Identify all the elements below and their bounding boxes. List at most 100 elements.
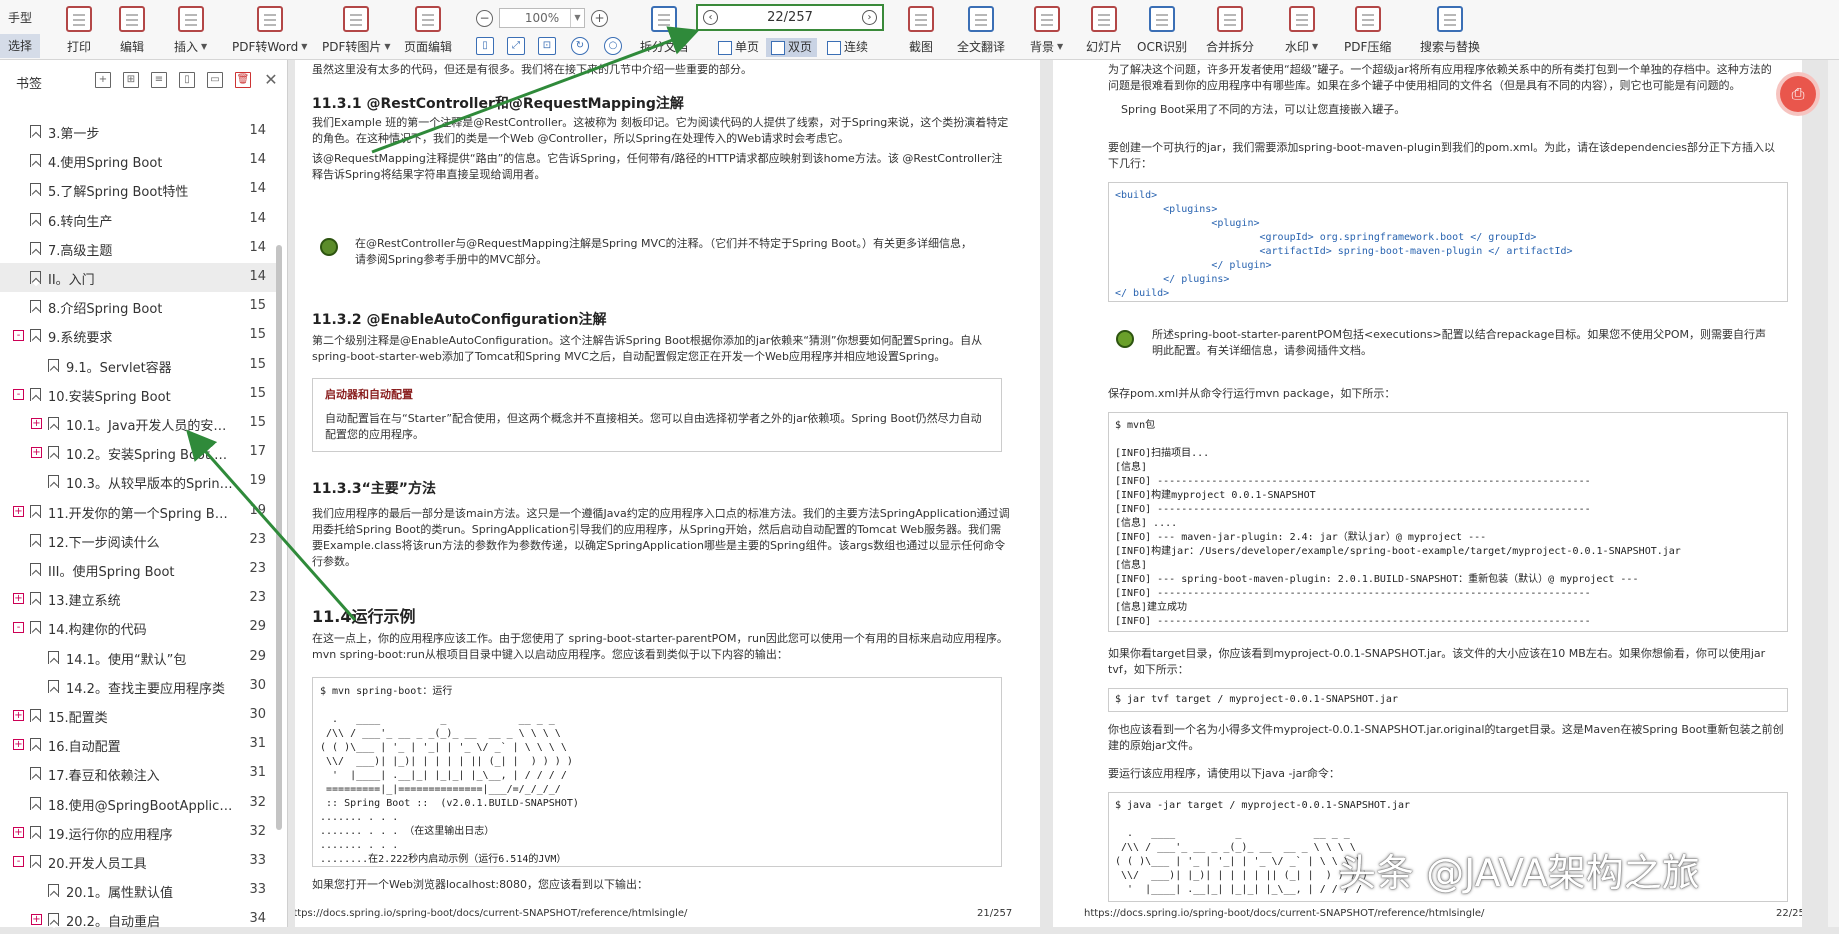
actual-size-icon[interactable]: ⊡ bbox=[538, 37, 556, 55]
merge-split-button[interactable]: 合并拆分 bbox=[1206, 6, 1254, 55]
bookmark-item[interactable]: 14.1。使用“默认”包 29 bbox=[0, 643, 276, 672]
bookmark-item[interactable]: +11.开发你的第一个Spring Boot应用程序 19 bbox=[0, 497, 276, 526]
search-small-icon[interactable]: ○ bbox=[604, 37, 622, 55]
bookmark-item[interactable]: +15.配置类 30 bbox=[0, 701, 276, 730]
bookmark-item[interactable]: 4.使用Spring Boot 14 bbox=[0, 146, 276, 175]
pdf-compress-button[interactable]: PDF压缩 bbox=[1344, 6, 1391, 55]
bookmark-item[interactable]: - 9.系统要求 15 bbox=[0, 321, 276, 350]
bookmark-item[interactable]: +10.2。安装Spring Boot CLI 17 bbox=[0, 438, 276, 467]
bookmark-item[interactable]: III。使用Spring Boot 23 bbox=[0, 555, 276, 584]
page-indicator[interactable]: 22/257 bbox=[767, 10, 813, 25]
close-icon[interactable]: ✕ bbox=[263, 72, 279, 88]
bookmark-item[interactable]: +16.自动配置 31 bbox=[0, 730, 276, 759]
hand-mode-button[interactable]: 手型 bbox=[0, 6, 40, 30]
bookmark-item[interactable]: 10.3。从较早版本的Spring Boot升级 19 bbox=[0, 467, 276, 496]
expand-icon[interactable]: + bbox=[31, 418, 42, 429]
background-label: 背景 bbox=[1030, 40, 1055, 54]
bookmark-label: 4.使用Spring Boot bbox=[48, 156, 163, 172]
collapse-icon[interactable]: - bbox=[13, 622, 24, 634]
delete-bookmark-icon[interactable]: 🗑 bbox=[235, 72, 251, 88]
paragraph: 你也应该看到一个名为小得多文件myproject-0.0.1-SNAPSHOT.… bbox=[1108, 723, 1784, 752]
page-edit-button[interactable]: 页面编辑 bbox=[404, 6, 452, 55]
add-bookmark-icon[interactable]: + bbox=[95, 72, 111, 88]
ocr-button[interactable]: OCR识别 bbox=[1137, 6, 1187, 55]
chevron-down-icon[interactable]: ▼ bbox=[201, 42, 207, 51]
view-single-button[interactable]: 单页 bbox=[713, 38, 764, 57]
collapse-icon[interactable]: - bbox=[13, 856, 24, 867]
expand-icon[interactable]: + bbox=[13, 739, 24, 751]
bookmark-page: 19 bbox=[249, 502, 266, 518]
background-button[interactable]: 背景 ▼ bbox=[1030, 6, 1063, 55]
expand-icon[interactable]: + bbox=[13, 593, 24, 605]
bookmark-item[interactable]: 20.1。属性默认值 33 bbox=[0, 876, 276, 905]
pdf-to-image-button[interactable]: PDF转图片 ▼ bbox=[322, 6, 391, 55]
page-navigator: ‹ 22/257 › bbox=[696, 4, 884, 31]
bookmark-item[interactable]: 18.使用@SpringBootApplication注释 32 bbox=[0, 789, 276, 818]
view-continuous-button[interactable]: 连续 bbox=[822, 38, 873, 57]
expand-icon[interactable]: + bbox=[31, 914, 42, 926]
bookmark-item[interactable]: 17.春豆和依赖注入 31 bbox=[0, 759, 276, 788]
document-scrollbar[interactable] bbox=[1828, 60, 1839, 927]
paragraph: 在这一点上，你的应用程序应该工作。由于您使用了 spring-boot-star… bbox=[312, 632, 1008, 661]
bookmark-item[interactable]: 5.了解Spring Boot特性 14 bbox=[0, 175, 276, 204]
bookmark-item[interactable]: 12.下一步阅读什么 23 bbox=[0, 526, 276, 555]
screenshot-button[interactable]: 截图 bbox=[908, 6, 934, 55]
bookmark-page: 15 bbox=[249, 385, 266, 401]
view-double-button[interactable]: 双页 bbox=[766, 38, 818, 57]
bookmark-page: 33 bbox=[249, 853, 266, 868]
chevron-down-icon[interactable]: ▼ bbox=[1057, 42, 1063, 51]
bookmark-item[interactable]: 6.转向生产 14 bbox=[0, 205, 276, 234]
expand-icon[interactable]: + bbox=[31, 447, 42, 459]
bookmark-page: 30 bbox=[249, 677, 266, 693]
bookmark-item[interactable]: +13.建立系统 23 bbox=[0, 584, 276, 613]
print-button[interactable]: 打印 bbox=[66, 6, 92, 55]
bookmark-item[interactable]: - 20.开发人员工具 33 bbox=[0, 847, 276, 876]
bookmark-flag-icon bbox=[48, 417, 59, 430]
next-page-icon[interactable]: › bbox=[862, 10, 877, 25]
bookmark-label: 20.开发人员工具 bbox=[48, 857, 147, 872]
bookmark-icon[interactable]: ▯ bbox=[179, 72, 195, 88]
expand-icon[interactable]: + bbox=[13, 826, 24, 838]
collapse-icon[interactable]: - bbox=[13, 388, 24, 400]
bookmark-item[interactable]: - 10.安装Spring Boot 15 bbox=[0, 380, 276, 409]
watermark-button[interactable]: 水印 ▼ bbox=[1285, 6, 1318, 55]
fit-width-icon[interactable]: ⤢ bbox=[507, 37, 525, 55]
fit-page-icon[interactable]: ▯ bbox=[476, 37, 494, 55]
pdf-to-word-button[interactable]: PDF转Word ▼ bbox=[232, 6, 307, 55]
expand-icon[interactable]: + bbox=[13, 505, 24, 517]
chevron-down-icon[interactable]: ▼ bbox=[1312, 42, 1318, 51]
rotate-icon[interactable]: ↻ bbox=[571, 37, 589, 55]
expand-all-icon[interactable]: ≡ bbox=[151, 72, 167, 88]
insert-button[interactable]: 插入 ▼ bbox=[174, 6, 207, 55]
bookmark-item[interactable]: 3.第一步 14 bbox=[0, 117, 276, 146]
edit-button[interactable]: 编辑 bbox=[119, 6, 145, 55]
chevron-down-icon[interactable]: ▼ bbox=[384, 42, 390, 51]
split-doc-button[interactable]: 拆分文档 bbox=[640, 6, 688, 55]
full-translate-button[interactable]: 全文翻译 bbox=[957, 6, 1005, 55]
bookmark-item[interactable]: 9.1。Servlet容器 15 bbox=[0, 351, 276, 380]
bookmark-item[interactable]: - 14.构建你的代码 29 bbox=[0, 613, 276, 642]
bookmark-item[interactable]: +19.运行你的应用程序 32 bbox=[0, 818, 276, 847]
bookmark-item[interactable]: 8.介绍Spring Boot 15 bbox=[0, 292, 276, 321]
collapse-icon[interactable]: - bbox=[13, 330, 24, 342]
bookmark-item[interactable]: +20.2。自动重启 34 bbox=[0, 905, 276, 934]
select-mode-button[interactable]: 选择 bbox=[0, 34, 40, 58]
search-replace-button[interactable]: 搜索与替换 bbox=[1420, 6, 1480, 55]
add-child-bookmark-icon[interactable]: ⊞ bbox=[123, 72, 139, 88]
floating-tool-icon[interactable]: ⎙ bbox=[1780, 76, 1816, 112]
slideshow-button[interactable]: 幻灯片 bbox=[1086, 6, 1122, 55]
zoom-select[interactable]: 100% ▼ bbox=[499, 8, 585, 28]
bookmark-panel: 书签 + ⊞ ≡ ▯ ▭ 🗑 ✕ 3.第一步 14 4.使用Spring Boot 1… bbox=[0, 60, 288, 930]
zoom-in-icon[interactable]: + bbox=[591, 9, 608, 27]
heading-11-3-3: 11.3.3“主要”方法 bbox=[312, 481, 437, 497]
zoom-out-icon[interactable]: − bbox=[476, 9, 493, 27]
chevron-down-icon[interactable]: ▼ bbox=[301, 42, 307, 51]
prev-page-icon[interactable]: ‹ bbox=[703, 10, 718, 25]
bookmark-scrollbar[interactable] bbox=[276, 245, 282, 830]
bookmark-item[interactable]: 14.2。查找主要应用程序类 30 bbox=[0, 672, 276, 701]
bookmark-item[interactable]: 7.高级主题 14 bbox=[0, 234, 276, 263]
bookmark-item[interactable]: +10.1。Java开发人员的安装说明 15 bbox=[0, 409, 276, 438]
bookmark-alt-icon[interactable]: ▭ bbox=[207, 72, 223, 88]
expand-icon[interactable]: + bbox=[13, 710, 24, 721]
bookmark-item[interactable]: II。入门 14 bbox=[0, 263, 276, 292]
